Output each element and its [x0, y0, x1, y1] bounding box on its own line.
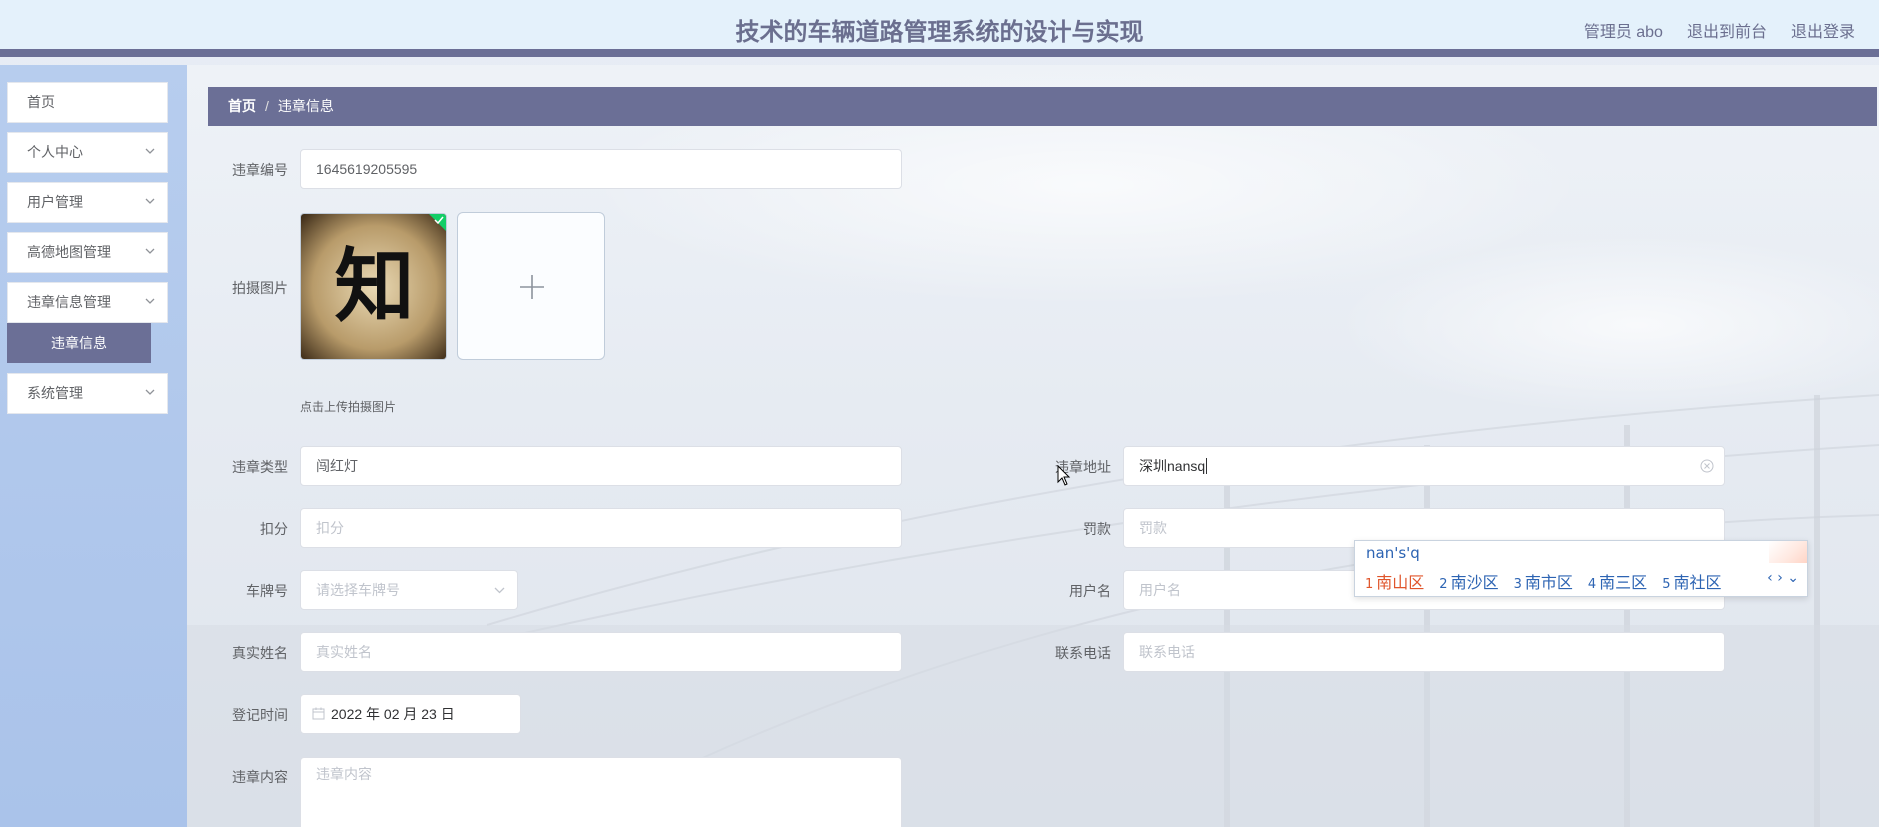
sidebar-subitem-violation-info[interactable]: 违章信息 [7, 323, 151, 363]
admin-label: 管理员 abo [1583, 24, 1663, 41]
sidebar: 首页 个人中心 用户管理 高德地图管理 违章信息管理 违章信息 系统管理 [0, 65, 187, 827]
photo-glyph: 知 [334, 239, 415, 333]
breadcrumb-separator: / [265, 98, 269, 114]
sidebar-item-label: 违章信息管理 [27, 294, 111, 310]
content-label: 违章内容 [232, 769, 288, 785]
sidebar-item-label: 首页 [27, 94, 55, 110]
ime-candidate[interactable]: 2 南沙区 [1439, 569, 1498, 593]
chevron-down-icon [494, 587, 505, 594]
photo-label: 拍摄图片 [232, 280, 288, 296]
ime-candidates: 1 南山区 2 南沙区 3 南市区 4 南三区 5 南社区 [1365, 569, 1736, 593]
phone-label: 联系电话 [1055, 645, 1111, 661]
sidebar-item-label: 系统管理 [27, 385, 83, 401]
sidebar-item-amap-management[interactable]: 高德地图管理 [7, 232, 168, 273]
reg-time-label: 登记时间 [232, 707, 288, 723]
violation-address-input[interactable]: 深圳nansq [1123, 446, 1725, 486]
upload-button[interactable] [457, 212, 605, 360]
calendar-icon [312, 707, 325, 720]
violation-address-value: 深圳nansq [1139, 458, 1206, 474]
sidebar-item-label: 个人中心 [27, 144, 83, 160]
plus-icon [520, 275, 544, 299]
violation-no-input[interactable]: 1645619205595 [300, 149, 902, 189]
logout-link[interactable]: 退出登录 [1791, 18, 1855, 42]
reg-time-value: 2022 年 02 月 23 日 [331, 706, 455, 722]
plate-select-placeholder: 请选择车牌号 [316, 582, 400, 598]
realname-input[interactable]: 真实姓名 [300, 632, 902, 672]
points-input[interactable]: 扣分 [300, 508, 902, 548]
plate-label: 车牌号 [246, 583, 288, 599]
sidebar-item-personal-center[interactable]: 个人中心 [7, 132, 168, 173]
sidebar-item-violation-management[interactable]: 违章信息管理 [7, 282, 168, 323]
ime-candidate[interactable]: 5 南社区 [1662, 569, 1721, 593]
sidebar-item-home[interactable]: 首页 [7, 82, 168, 123]
sidebar-item-system-management[interactable]: 系统管理 [7, 373, 168, 414]
uploaded-photo-thumbnail[interactable]: 知 [300, 213, 447, 360]
plate-select[interactable]: 请选择车牌号 [300, 570, 518, 610]
ime-candidate[interactable]: 3 南市区 [1514, 569, 1573, 593]
exit-to-front-link[interactable]: 退出到前台 [1687, 18, 1767, 42]
clear-icon[interactable] [1700, 459, 1714, 473]
violation-type-label: 违章类型 [232, 459, 288, 475]
ime-candidate[interactable]: 1 南山区 [1365, 569, 1424, 593]
sidebar-item-label: 高德地图管理 [27, 244, 111, 260]
ime-candidate[interactable]: 4 南三区 [1588, 569, 1647, 593]
violation-type-input[interactable]: 闯红灯 [300, 446, 902, 486]
content-textarea[interactable]: 违章内容 [300, 757, 902, 827]
phone-input[interactable]: 联系电话 [1123, 632, 1725, 672]
breadcrumb-current: 违章信息 [277, 98, 334, 114]
breadcrumb-home[interactable]: 首页 [228, 98, 256, 114]
header-actions: 管理员 abo 退出到前台 退出登录 [1584, 18, 1879, 42]
points-label: 扣分 [260, 521, 288, 537]
username-label: 用户名 [1069, 583, 1111, 599]
main-content: 首页 / 违章信息 违章编号 1645619205595 拍摄图片 知 点击上传拍摄… [187, 65, 1879, 827]
violation-no-label: 违章编号 [232, 162, 288, 178]
breadcrumb: 首页 / 违章信息 [208, 87, 1877, 126]
fine-label: 罚款 [1083, 521, 1111, 537]
violation-address-label: 违章地址 [1055, 459, 1111, 475]
upload-tip: 点击上传拍摄图片 [300, 400, 397, 414]
reg-time-datepicker[interactable]: 2022 年 02 月 23 日 [300, 694, 521, 734]
ime-skin-decoration [1769, 541, 1807, 563]
ime-candidate-popup: nan's'q 1 南山区 2 南沙区 3 南市区 4 南三区 5 南社区 ‹ › ⌄ [1354, 540, 1808, 597]
ime-composition: nan's'q [1366, 544, 1420, 562]
top-header: 技术的车辆道路管理系统的设计与实现 管理员 abo 退出到前台 退出登录 [0, 0, 1879, 57]
sidebar-item-label: 用户管理 [27, 194, 83, 210]
ime-page-nav[interactable]: ‹ › ⌄ [1767, 570, 1799, 586]
mouse-cursor-icon [1057, 465, 1071, 486]
sidebar-item-user-management[interactable]: 用户管理 [7, 182, 168, 223]
realname-label: 真实姓名 [232, 645, 288, 661]
